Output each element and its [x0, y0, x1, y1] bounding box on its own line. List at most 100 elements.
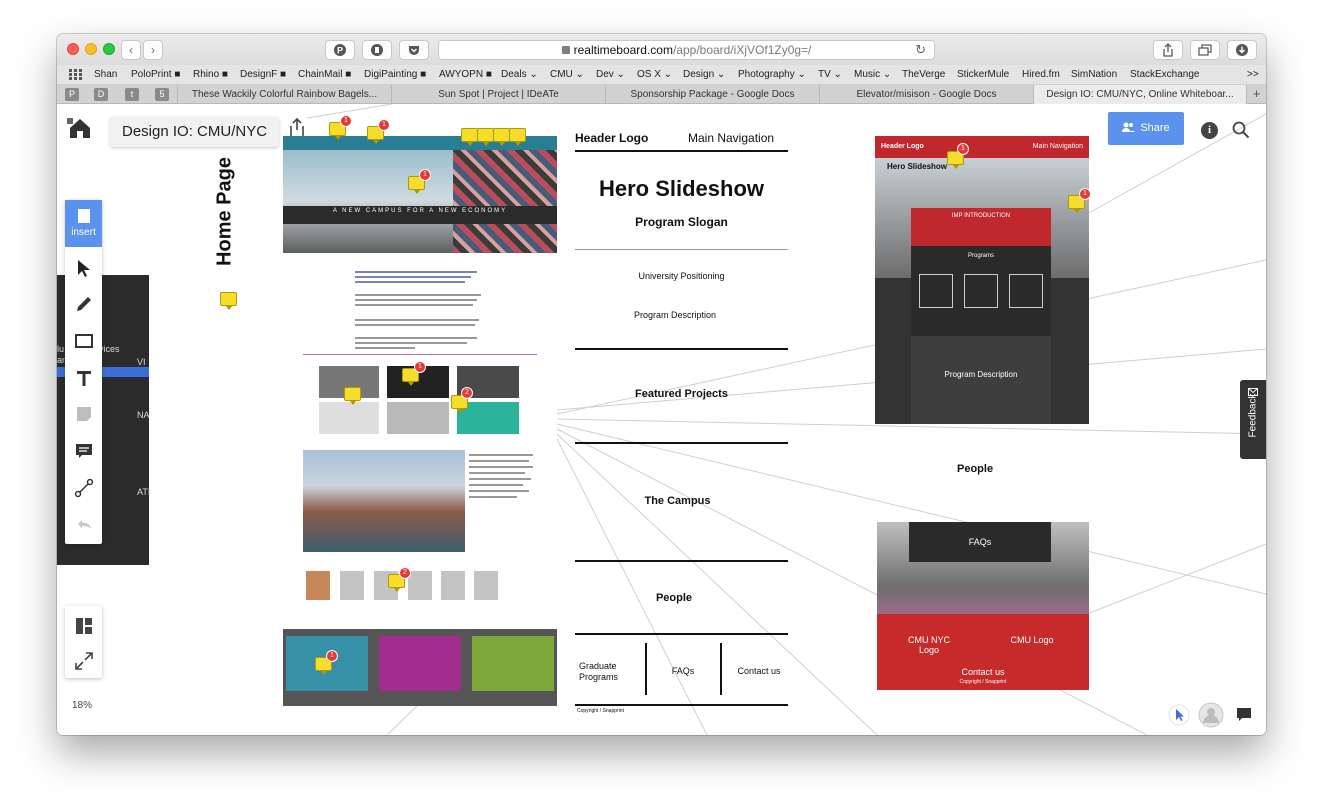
bookmark-chainmail[interactable]: ChainMail ■ — [298, 69, 351, 80]
share-button[interactable]: Share — [1108, 112, 1184, 145]
comment-marker[interactable] — [220, 292, 237, 310]
layout-grid-icon[interactable] — [74, 616, 94, 636]
avatar[interactable] — [1198, 702, 1224, 728]
bookmark-cmu[interactable]: CMU ⌄ — [550, 69, 584, 80]
select-cursor-icon[interactable] — [74, 258, 94, 278]
address-bar[interactable]: realtimeboard.com/app/board/iXjVOf1Zy0g=… — [438, 40, 935, 60]
pinned-tab-3[interactable]: t — [125, 88, 139, 101]
zoom-level[interactable]: 18% — [72, 700, 92, 711]
mockup-campus-photo — [303, 450, 465, 552]
pinned-tab-1[interactable]: P — [65, 88, 79, 101]
connector-icon[interactable] — [74, 478, 94, 498]
tab-sponsorship[interactable]: Sponsorship Package - Google Docs — [605, 85, 819, 104]
undo-icon[interactable] — [74, 514, 94, 534]
pinterest-extension-button[interactable]: P — [325, 40, 355, 60]
share-page-button[interactable] — [1153, 40, 1183, 60]
mobile-mockup-home[interactable]: Header Logo Main Navigation Hero Slidesh… — [875, 136, 1089, 424]
sticky-note-icon[interactable] — [74, 404, 94, 424]
board-title: Design IO: CMU/NYC — [122, 123, 268, 140]
tab-bar: P D t 5 These Wackily Colorful Rainbow B… — [57, 85, 1266, 104]
bookmark-awyopn[interactable]: AWYOPN ■ — [439, 69, 492, 80]
comment-marker[interactable] — [493, 128, 510, 146]
mockup-text-line — [355, 281, 465, 283]
tab-design-io[interactable]: Design IO: CMU/NYC, Online Whiteboar... — [1033, 85, 1246, 104]
pen-icon[interactable] — [74, 294, 94, 314]
bookmark-music[interactable]: Music ⌄ — [854, 69, 891, 80]
comment-count-badge: 2 — [399, 567, 411, 579]
search-icon[interactable] — [1232, 121, 1250, 139]
feedback-tab[interactable]: Feedback — [1240, 380, 1266, 459]
bookmark-hiredfm[interactable]: Hired.fm — [1022, 69, 1060, 80]
comment-marker[interactable] — [344, 387, 361, 405]
feedback-label: Feedback — [1247, 393, 1259, 438]
apps-grid-icon[interactable] — [69, 69, 82, 80]
pinned-tab-4[interactable]: 5 — [155, 88, 169, 101]
mockup-person-photo — [306, 571, 330, 600]
text-icon[interactable] — [74, 368, 94, 388]
whiteboard-canvas[interactable]: Design IO: CMU/NYC Share i lu vices an V… — [57, 104, 1266, 735]
mockup-text-line — [469, 496, 517, 498]
bookmark-stickermule[interactable]: StickerMule — [957, 69, 1009, 80]
bookmark-rhino[interactable]: Rhino ■ — [193, 69, 228, 80]
insert-button[interactable]: insert — [65, 200, 102, 247]
reload-icon[interactable]: ↻ — [915, 41, 926, 59]
home-icon[interactable] — [67, 116, 93, 140]
wireframe-description: Program Description — [633, 310, 717, 320]
downloads-button[interactable] — [1227, 40, 1257, 60]
pocket-extension-button[interactable] — [399, 40, 429, 60]
comment-marker[interactable] — [461, 128, 478, 146]
document-icon — [77, 209, 90, 223]
tab-sun-spot[interactable]: Sun Spot | Project | IDeATe — [391, 85, 605, 104]
pinned-tab-2[interactable]: D — [94, 88, 108, 101]
mockup-thumbnail — [319, 402, 379, 434]
back-button[interactable]: ‹ — [121, 40, 141, 60]
close-window-button[interactable] — [67, 43, 79, 55]
bookmark-design[interactable]: Design ⌄ — [683, 69, 725, 80]
mobile-faqs-block: FAQs — [909, 522, 1051, 562]
bookmark-osx[interactable]: OS X ⌄ — [637, 69, 672, 80]
bookmark-tv[interactable]: TV ⌄ — [818, 69, 842, 80]
bookmark-simnation[interactable]: SimNation — [1071, 69, 1117, 80]
comment-marker[interactable] — [477, 128, 494, 146]
bookmark-shan[interactable]: Shan — [94, 69, 117, 80]
tab-overview-button[interactable] — [1190, 40, 1220, 60]
mockup-text-line — [355, 347, 415, 349]
bookmark-poloprint[interactable]: PoloPrint ■ — [131, 69, 180, 80]
mobile-mockup-footer[interactable]: FAQs CMU NYC Logo CMU Logo Contact us Co… — [877, 522, 1089, 690]
minimize-window-button[interactable] — [85, 43, 97, 55]
frame-text-na: NA — [137, 410, 150, 420]
mockup-divider — [303, 354, 537, 355]
wireframe-divider — [575, 348, 788, 350]
mockup-footer-column — [379, 636, 461, 691]
info-icon[interactable]: i — [1201, 122, 1218, 139]
mobile-header-bar: Header Logo Main Navigation — [875, 136, 1089, 158]
comment-icon[interactable] — [74, 441, 94, 461]
mockup-text-line — [355, 337, 477, 339]
bookmark-theverge[interactable]: TheVerge — [902, 69, 945, 80]
mockup-text-line — [469, 484, 523, 486]
bookmark-dev[interactable]: Dev ⌄ — [596, 69, 625, 80]
bookmarks-overflow[interactable]: >> — [1247, 69, 1259, 80]
bookmark-stackexchange[interactable]: StackExchange — [1130, 69, 1200, 80]
privacy-extension-button[interactable] — [362, 40, 392, 60]
tab-rainbow-bagels[interactable]: These Wackily Colorful Rainbow Bagels... — [177, 85, 391, 104]
new-tab-button[interactable]: + — [1246, 85, 1266, 104]
forward-button[interactable]: › — [143, 40, 163, 60]
rectangle-icon[interactable] — [74, 331, 94, 351]
comment-marker[interactable] — [509, 128, 526, 146]
cursor-pointer-icon[interactable] — [1168, 704, 1190, 726]
tab-elevator[interactable]: Elevator/misison - Google Docs — [819, 85, 1033, 104]
bookmark-photography[interactable]: Photography ⌄ — [738, 69, 806, 80]
mobile-main-nav: Main Navigation — [1032, 143, 1083, 150]
bookmark-digipainting[interactable]: DigiPainting ■ — [364, 69, 426, 80]
wireframe-main-navigation: Main Navigation — [688, 131, 775, 145]
bookmark-designf[interactable]: DesignF ■ — [240, 69, 286, 80]
zoom-window-button[interactable] — [103, 43, 115, 55]
home-page-mockup[interactable]: A NEW CAMPUS FOR A NEW ECONOMY — [283, 136, 557, 706]
tabs-icon — [1198, 44, 1212, 56]
bookmark-deals[interactable]: Deals ⌄ — [501, 69, 538, 80]
chat-icon[interactable] — [1232, 703, 1256, 725]
board-title-panel[interactable]: Design IO: CMU/NYC — [110, 117, 280, 147]
insert-label: insert — [71, 227, 96, 238]
fit-to-screen-icon[interactable] — [74, 651, 94, 671]
